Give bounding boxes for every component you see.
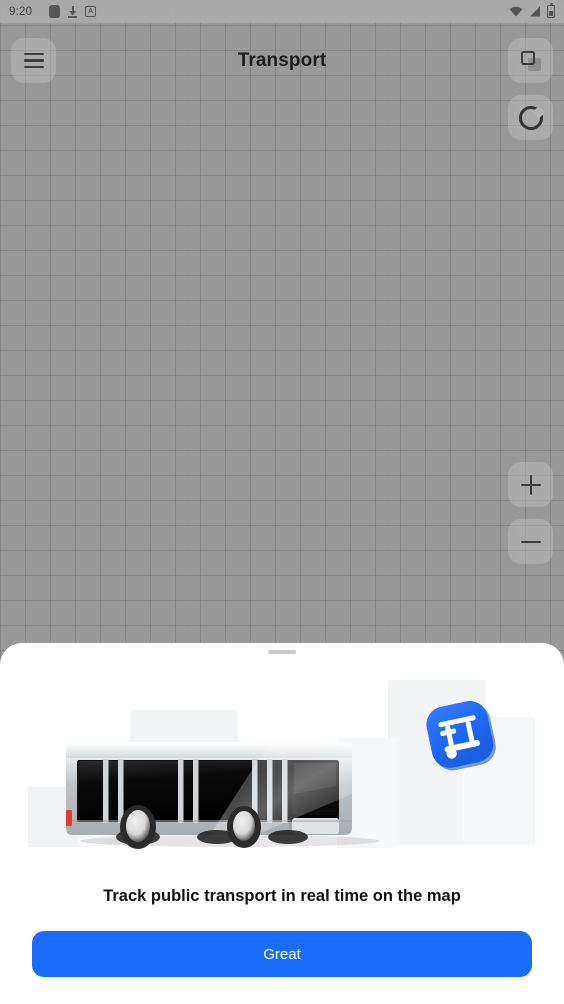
- plus-icon: [520, 474, 541, 495]
- tram-app-badge-icon: [417, 690, 507, 780]
- status-bar-right: [509, 2, 555, 18]
- status-bar-left: 9:20 A: [9, 5, 509, 18]
- signal-icon: [529, 6, 541, 17]
- great-button[interactable]: Great: [32, 931, 532, 977]
- top-app-bar: Transport: [0, 23, 564, 98]
- layers-icon: [520, 50, 541, 71]
- menu-button[interactable]: [11, 38, 56, 83]
- drag-handle[interactable]: [268, 650, 296, 654]
- hamburger-menu-icon: [23, 52, 44, 69]
- a-box-icon: A: [85, 6, 97, 17]
- status-bar-clock: 9:20: [9, 5, 33, 18]
- download-icon: [67, 5, 78, 18]
- onboarding-illustration: [0, 662, 564, 877]
- app-box-icon: [49, 5, 61, 18]
- locate-compass-icon: [518, 105, 543, 130]
- bottom-sheet: Track public transport in real time on t…: [0, 643, 564, 1004]
- status-bar: 9:20 A: [0, 0, 564, 23]
- battery-icon: [547, 2, 555, 18]
- zoom-in-button[interactable]: [508, 462, 553, 507]
- city-bus-illustration: [60, 734, 400, 854]
- onboarding-caption: Track public transport in real time on t…: [103, 887, 461, 905]
- app-screen: 9:20 A Transport Track public transport …: [0, 0, 564, 1004]
- wifi-icon: [509, 6, 523, 17]
- minus-icon: [520, 532, 541, 552]
- page-title: Transport: [237, 49, 327, 71]
- zoom-out-button[interactable]: [508, 519, 553, 564]
- layers-button[interactable]: [508, 38, 553, 83]
- locate-button[interactable]: [508, 95, 553, 140]
